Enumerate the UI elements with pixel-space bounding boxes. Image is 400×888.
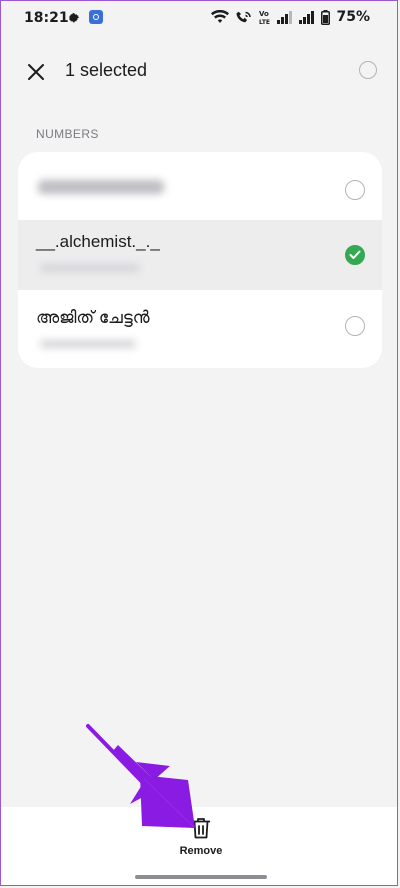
- contact-row[interactable]: [18, 152, 382, 220]
- wifi-calling-icon: [236, 11, 252, 23]
- bottom-action-bar: Remove: [1, 807, 397, 885]
- status-right-icons: Vo LTE 75%: [211, 9, 370, 25]
- contact-row-selected[interactable]: __.alchemist._._: [18, 220, 382, 290]
- remove-label: Remove: [179, 845, 223, 857]
- cast-icon: [89, 10, 103, 24]
- gear-icon: [69, 12, 80, 22]
- signal-icon: [299, 10, 315, 24]
- contact-radio[interactable]: [345, 180, 365, 200]
- contact-name: __.alchemist._._: [36, 232, 160, 251]
- contact-name: അജിത് ചേട്ടൻ: [36, 308, 150, 327]
- wifi-icon: [211, 10, 230, 23]
- status-left-icons: [68, 10, 103, 24]
- contact-number-blurred: [40, 340, 136, 348]
- status-bar: 18:21 Vo LTE 75%: [0, 0, 400, 36]
- select-all-radio[interactable]: [359, 61, 377, 79]
- contact-row[interactable]: അജിത് ചേട്ടൻ: [18, 290, 382, 368]
- volte-icon: Vo LTE: [259, 10, 270, 25]
- remove-button[interactable]: Remove: [161, 817, 241, 869]
- contact-number-blurred: [40, 264, 140, 272]
- selection-header: 1 selected: [0, 50, 400, 94]
- close-button[interactable]: [22, 58, 50, 86]
- page-title: 1 selected: [65, 60, 148, 80]
- contact-radio[interactable]: [345, 316, 365, 336]
- svg-text:LTE: LTE: [259, 19, 270, 25]
- contact-name-blurred: [38, 180, 164, 194]
- trash-icon: [192, 818, 210, 839]
- signal-icon: [277, 10, 293, 24]
- status-time: 18:21: [24, 10, 69, 26]
- close-icon: [28, 64, 44, 80]
- battery-percentage: 75%: [336, 9, 370, 25]
- contact-radio-checked[interactable]: [345, 245, 365, 265]
- svg-text:Vo: Vo: [259, 10, 269, 18]
- battery-icon: [321, 9, 331, 25]
- section-label: NUMBERS: [36, 127, 99, 141]
- home-indicator[interactable]: [135, 875, 267, 879]
- check-icon: [349, 250, 361, 259]
- contacts-card: __.alchemist._._ അജിത് ചേട്ടൻ: [18, 152, 382, 368]
